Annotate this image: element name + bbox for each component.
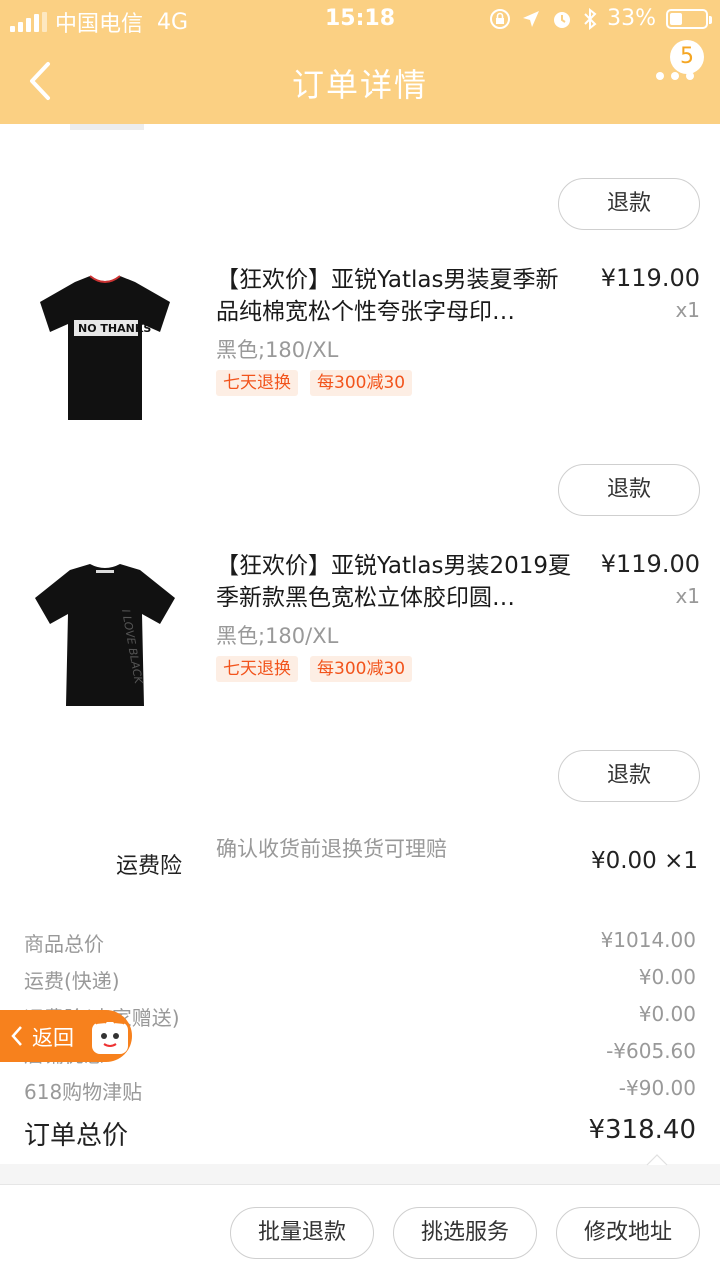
header-bar: 中国电信 4G 15:18 33% 订单详情 5 — [0, 0, 720, 124]
mascot-icon — [92, 1014, 128, 1054]
shipping-insurance-row: 运费险 确认收货前退换货可理赔 ¥0.00 ×1 — [0, 830, 720, 900]
previous-product-image — [70, 124, 144, 130]
tag-return: 七天退换 — [216, 370, 298, 396]
product-sku: 黑色;180/XL — [216, 338, 339, 362]
product-tags: 七天退换 每300减30 — [216, 656, 413, 682]
location-icon — [523, 10, 540, 27]
summary-row: 运费(快递) ¥0.00 — [0, 961, 720, 998]
select-service-button[interactable]: 挑选服务 — [393, 1207, 537, 1259]
nav-bar: 订单详情 5 — [0, 40, 720, 124]
summary-value: -¥90.00 — [618, 1076, 696, 1100]
batch-refund-button[interactable]: 批量退款 — [230, 1207, 374, 1259]
insurance-description: 确认收货前退换货可理赔 — [216, 837, 447, 861]
summary-value: ¥0.00 — [638, 965, 696, 989]
refund-button[interactable]: 退款 — [558, 750, 700, 802]
tag-discount: 每300减30 — [310, 656, 413, 682]
bluetooth-icon — [584, 7, 597, 30]
rotation-lock-icon — [490, 8, 511, 29]
total-label: 订单总价 — [24, 1121, 129, 1151]
modify-address-button[interactable]: 修改地址 — [556, 1207, 700, 1259]
order-total-row: 订单总价 ¥318.40 — [0, 1109, 720, 1157]
tag-discount: 每300减30 — [310, 370, 413, 396]
summary-label: 商品总价 — [24, 932, 104, 956]
product-quantity: x1 — [675, 298, 700, 322]
product-title[interactable]: 【狂欢价】亚锐Yatlas男装夏季新品纯棉宽松个性夸张字母印… — [216, 264, 574, 328]
status-bar: 中国电信 4G 15:18 33% — [0, 0, 720, 40]
shirt-print: NO THANKS — [78, 322, 151, 335]
summary-row: 618购物津贴 -¥90.00 — [0, 1072, 720, 1109]
tag-return: 七天退换 — [216, 656, 298, 682]
product-tags: 七天退换 每300减30 — [216, 370, 413, 396]
summary-row: 商品总价 ¥1014.00 — [0, 924, 720, 961]
float-return-button[interactable]: 返回 — [0, 1010, 132, 1062]
page-title: 订单详情 — [291, 66, 428, 104]
insurance-label: 运费险 — [116, 854, 183, 879]
product-item[interactable]: I LOVE BLACK 【狂欢价】亚锐Yatlas男装2019夏季新款黑色宽松… — [0, 550, 720, 720]
caret-up-icon — [646, 1154, 668, 1166]
product-title[interactable]: 【狂欢价】亚锐Yatlas男装2019夏季新款黑色宽松立体胶印圆… — [216, 550, 574, 614]
section-divider — [0, 1164, 720, 1184]
product-image: NO THANKS — [40, 275, 170, 420]
product-item[interactable]: NO THANKS 【狂欢价】亚锐Yatlas男装夏季新品纯棉宽松个性夸张字母印… — [0, 264, 720, 434]
summary-label: 运费(快递) — [24, 969, 120, 993]
status-right: 33% — [489, 6, 712, 31]
alarm-icon — [554, 11, 571, 28]
refund-button[interactable]: 退款 — [558, 178, 700, 230]
order-content: 退款 NO THANKS 【狂欢价】亚锐Yatlas男装夏季新品纯棉宽松个性夸张… — [0, 124, 720, 1164]
summary-value: ¥0.00 — [638, 1002, 696, 1026]
bottom-action-bar: 批量退款 挑选服务 修改地址 — [0, 1184, 720, 1280]
float-return-label: 返回 — [32, 1026, 74, 1050]
summary-value: ¥1014.00 — [600, 928, 696, 952]
product-price: ¥119.00 — [600, 550, 700, 578]
product-price: ¥119.00 — [600, 264, 700, 292]
summary-label: 618购物津贴 — [24, 1080, 143, 1104]
insurance-price: ¥0.00 ×1 — [590, 848, 698, 874]
total-value: ¥318.40 — [588, 1115, 696, 1145]
battery-percent: 33% — [607, 6, 656, 31]
battery-icon — [666, 8, 712, 29]
message-count-badge: 5 — [670, 40, 704, 74]
product-sku: 黑色;180/XL — [216, 624, 339, 648]
refund-button[interactable]: 退款 — [558, 464, 700, 516]
summary-value: -¥605.60 — [606, 1039, 696, 1063]
chevron-left-icon — [11, 1026, 22, 1046]
product-image: I LOVE BLACK — [35, 564, 175, 706]
product-quantity: x1 — [675, 584, 700, 608]
